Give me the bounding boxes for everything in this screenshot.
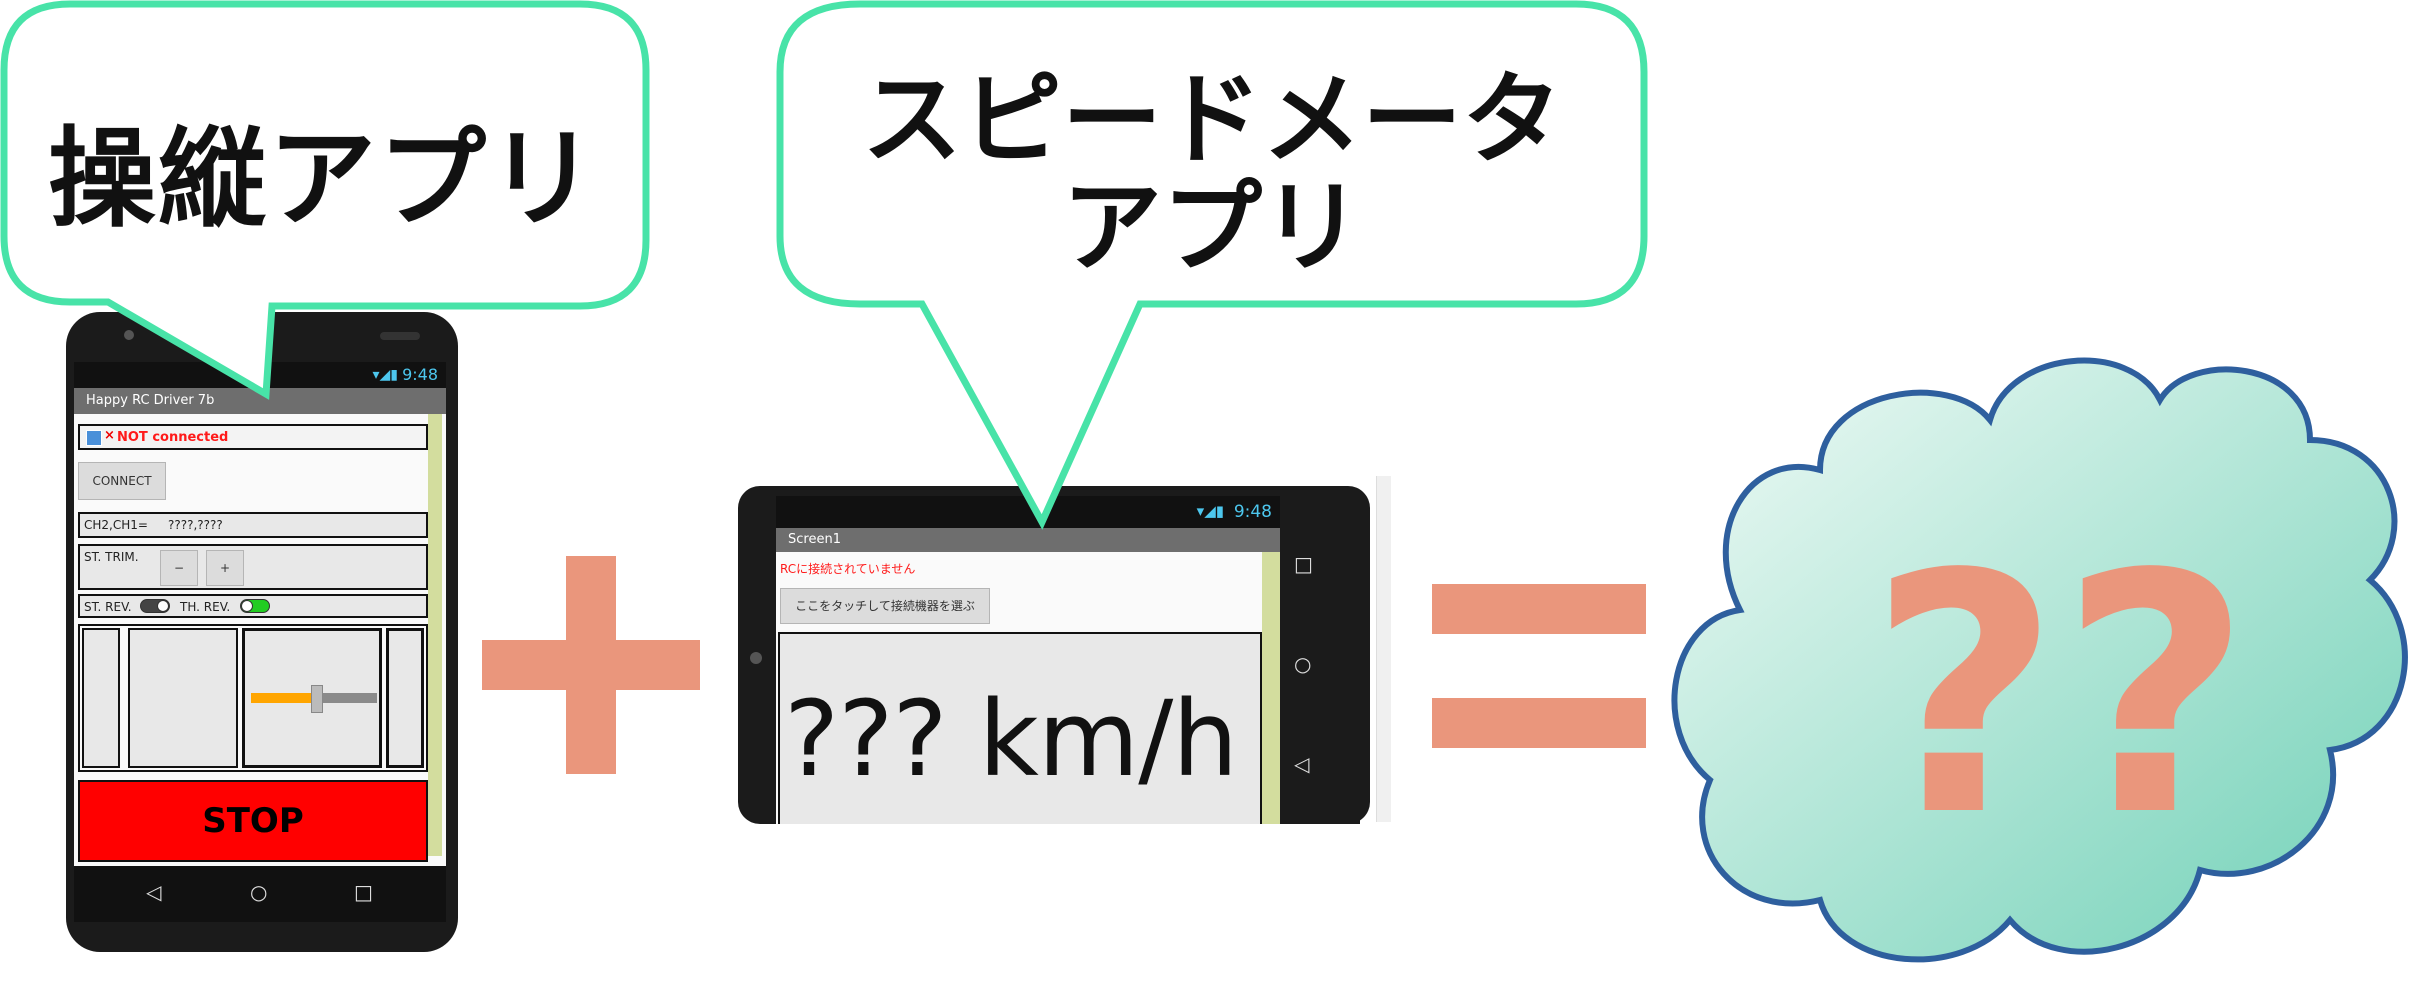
equals-bottom-bar — [1432, 698, 1646, 748]
plus-sign — [482, 556, 700, 774]
control-app-label: 操縦アプリ — [47, 117, 598, 242]
plus-vertical-bar — [566, 556, 616, 774]
result-cloud: ?? — [1671, 357, 2408, 963]
equals-sign — [1432, 584, 1646, 748]
control-app-bubble-text-wrap: 操縦アプリ — [0, 0, 646, 300]
equals-top-bar — [1432, 584, 1646, 634]
speedometer-app-label-line2: アプリ — [1062, 169, 1362, 286]
speedometer-bubble-text-wrap: スピードメータ アプリ — [780, 0, 1644, 300]
cloud-result-text: ?? — [1869, 504, 2252, 888]
